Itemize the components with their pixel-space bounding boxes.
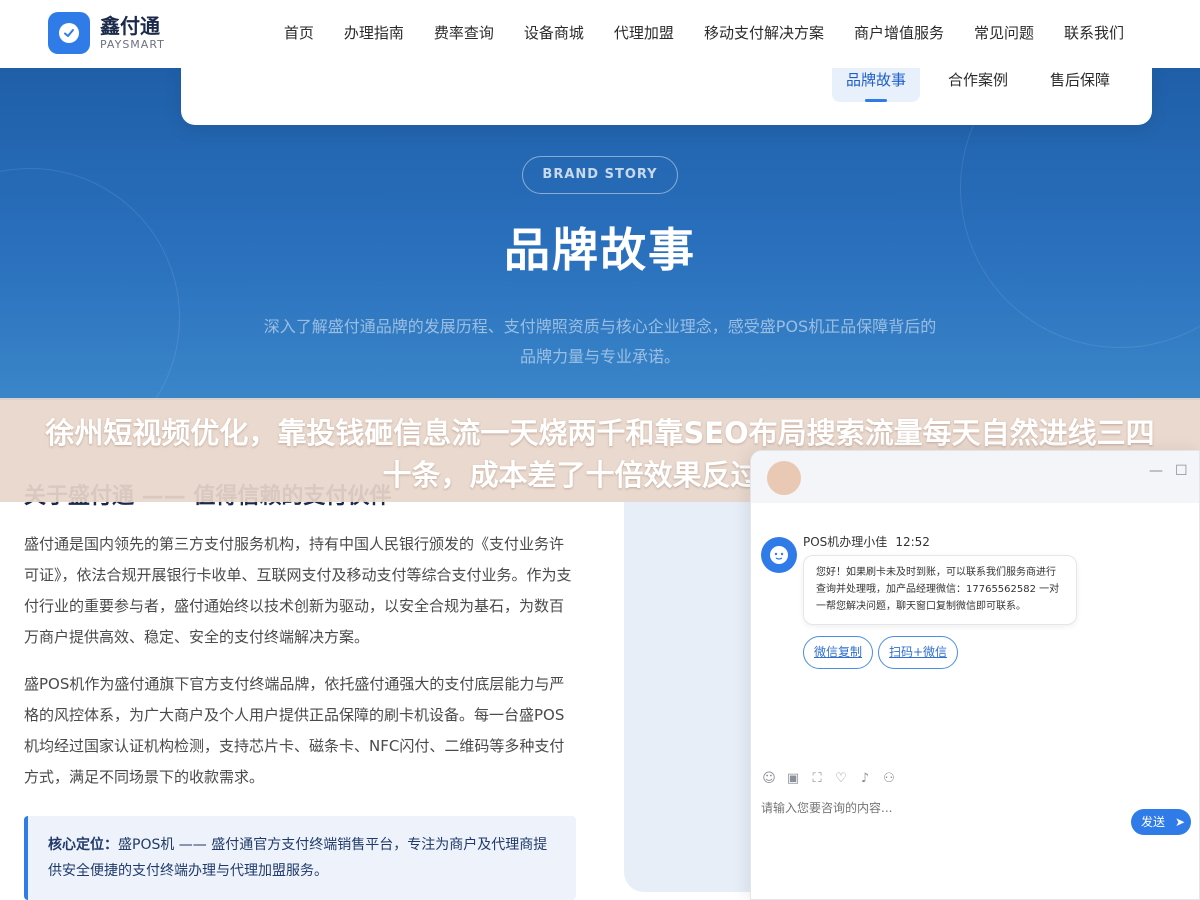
evaluate-icon[interactable]: ♡ — [833, 771, 849, 787]
nav-item-agent[interactable]: 代理加盟 — [614, 22, 674, 44]
nav-item-rates[interactable]: 费率查询 — [434, 22, 494, 44]
send-arrow-icon: ➤ — [1174, 815, 1185, 829]
about-dropdown-menu: 品牌故事 合作案例 售后保障 — [181, 58, 1152, 125]
hero-description: 深入了解盛付通品牌的发展历程、支付牌照资质与核心企业理念，感受盛POS机正品保障… — [263, 317, 937, 366]
site-header: 鑫付通 PAYSMART 首页 办理指南 费率查询 设备商城 代理加盟 移动支付… — [0, 0, 1200, 68]
send-label: 发送 — [1141, 815, 1166, 829]
scan-wechat-button[interactable]: 扫码+微信 — [878, 636, 959, 669]
nav-item-home[interactable]: 首页 — [284, 22, 314, 44]
hero-decor-circle — [0, 168, 180, 400]
copy-wechat-button[interactable]: 微信复制 — [803, 636, 874, 669]
chat-message-bubble: 您好！如果刷卡未及时到账，可以联系我们服务商进行查询并处理哦，加产品经理微信：1… — [803, 555, 1077, 625]
maximize-icon[interactable]: ☐ — [1175, 463, 1188, 479]
send-button[interactable]: 发送 ➤ — [1131, 809, 1191, 835]
nav-item-contact[interactable]: 联系我们 — [1064, 22, 1124, 44]
screenshot-icon[interactable]: ⛶ — [809, 771, 825, 787]
chat-agent-line: POS机办理小佳 12:52 — [803, 533, 930, 550]
more-icon[interactable]: ⚇ — [881, 771, 897, 787]
logo-name: 鑫付通 — [100, 14, 160, 38]
agent-avatar — [767, 461, 801, 495]
logo[interactable]: 鑫付通 PAYSMART — [48, 12, 165, 54]
note-label: 核心定位： — [48, 837, 118, 853]
intro-paragraph: 盛付通是国内领先的第三方支付服务机构，持有中国人民银行颁发的《支付业务许可证》，… — [24, 535, 572, 646]
chat-widget: — ☐ POS机办理小佳 12:52 您好！如果刷卡未及时到账，可以联系我们服务商… — [750, 450, 1200, 900]
nav-item-mobile-pay[interactable]: 移动支付解决方案 — [704, 22, 824, 44]
chat-toolbar: ☺ ▣ ⛶ ♡ ♪ ⚇ — [761, 771, 905, 787]
message-time: 12:52 — [895, 535, 930, 549]
nav-item-merchant-services[interactable]: 商户增值服务 — [854, 22, 944, 44]
logo-subtitle: PAYSMART — [100, 38, 165, 51]
hero-badge: BRAND STORY — [522, 156, 678, 194]
chat-input[interactable] — [761, 801, 1121, 815]
minimize-icon[interactable]: — — [1149, 463, 1163, 479]
nav-item-guide[interactable]: 办理指南 — [344, 22, 404, 44]
chat-header: — ☐ — [751, 451, 1199, 503]
page-title: 品牌故事 — [504, 223, 696, 277]
note-text: 盛POS机 —— 盛付通官方支付终端销售平台，专注为商户及代理商提供安全便捷的支… — [48, 837, 548, 879]
sound-icon[interactable]: ♪ — [857, 771, 873, 787]
emoji-icon[interactable]: ☺ — [761, 771, 777, 787]
image-icon[interactable]: ▣ — [785, 771, 801, 787]
logo-check-icon — [48, 12, 90, 54]
agent-name: POS机办理小佳 — [803, 535, 888, 549]
agent-avatar-icon — [761, 537, 797, 573]
main-nav: 首页 办理指南 费率查询 设备商城 代理加盟 移动支付解决方案 商户增值服务 常… — [254, 22, 1124, 44]
nav-item-faq[interactable]: 常见问题 — [974, 22, 1034, 44]
nav-item-shop[interactable]: 设备商城 — [524, 22, 584, 44]
pos-paragraph: 盛POS机作为盛付通旗下官方支付终端品牌，依托盛付通强大的支付底层能力与严格的风… — [24, 675, 565, 786]
core-positioning-note: 核心定位：盛POS机 —— 盛付通官方支付终端销售平台，专注为商户及代理商提供安… — [24, 816, 576, 900]
